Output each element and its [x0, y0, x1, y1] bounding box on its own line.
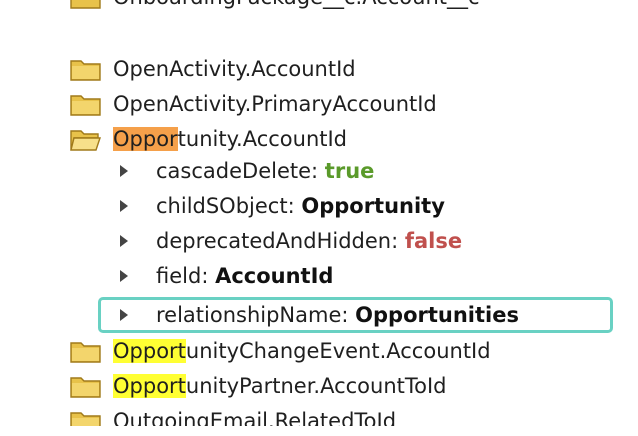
- tree-row-label: OutgoingEmail.RelatedToId: [113, 409, 397, 426]
- property-value: Opportunity: [301, 194, 445, 218]
- bullet-icon: [120, 270, 128, 282]
- tree-row-label: unityChangeEvent.AccountId: [185, 339, 491, 363]
- property-childsobject[interactable]: childSObject: Opportunity: [118, 189, 445, 223]
- property-key: relationshipName: [156, 303, 342, 327]
- tree-row-openactivity-primaryaccountid[interactable]: OpenActivity.PrimaryAccountId: [70, 87, 437, 121]
- bullet-icon: [120, 200, 128, 212]
- bullet-icon: [120, 235, 128, 247]
- tree-row-label: unityPartner.AccountToId: [185, 374, 447, 398]
- tree-row-label: OnboardingPackage__c.Account__c: [113, 0, 480, 9]
- property-value: AccountId: [215, 264, 334, 288]
- property-field[interactable]: field: AccountId: [118, 259, 333, 293]
- search-match-highlight: Opport: [113, 374, 186, 398]
- tree-row-openactivity-accountid[interactable]: OpenActivity.AccountId: [70, 52, 356, 86]
- folder-icon: [70, 377, 101, 398]
- folder-icon: [70, 60, 101, 81]
- search-match-highlight: Oppor: [113, 127, 178, 151]
- tree-row-opportunitypartner-accounttoid[interactable]: Opport unityPartner.AccountToId: [70, 369, 447, 403]
- tree-row-opportunity-accountid[interactable]: Oppor tunity.AccountId: [70, 122, 347, 156]
- property-value: false: [404, 229, 463, 253]
- tree-row-label: OpenActivity.AccountId: [113, 57, 356, 81]
- folder-icon: [70, 342, 101, 363]
- bullet-icon: [120, 309, 128, 321]
- bullet-icon: [120, 165, 128, 177]
- property-key: cascadeDelete: [156, 159, 312, 183]
- tree-row-partial-top[interactable]: OnboardingPackage__c.Account__c: [60, 0, 600, 14]
- property-key: deprecatedAndHidden: [156, 229, 392, 253]
- folder-icon: [70, 412, 101, 426]
- tree-row-opportunitychangeevent-accountid[interactable]: Opport unityChangeEvent.AccountId: [70, 334, 491, 368]
- tree-row-label: OpenActivity.PrimaryAccountId: [113, 92, 437, 116]
- tree-row-partial-bottom[interactable]: OutgoingEmail.RelatedToId: [0, 404, 638, 426]
- folder-icon: [70, 0, 101, 9]
- property-key: childSObject: [156, 194, 288, 218]
- property-deprecatedandhidden[interactable]: deprecatedAndHidden: false: [118, 224, 462, 258]
- property-value: Opportunities: [355, 303, 519, 327]
- property-relationshipname[interactable]: relationshipName: Opportunities: [118, 298, 519, 332]
- folder-open-icon: [70, 130, 101, 151]
- property-value: true: [324, 159, 375, 183]
- property-cascadedelete[interactable]: cascadeDelete: true: [118, 154, 374, 188]
- search-match-highlight: Opport: [113, 339, 186, 363]
- folder-icon: [70, 95, 101, 116]
- property-key: field: [156, 264, 202, 288]
- schema-tree: OnboardingPackage__c.Account__c OpenActi…: [0, 0, 638, 436]
- tree-row-label: tunity.AccountId: [177, 127, 348, 151]
